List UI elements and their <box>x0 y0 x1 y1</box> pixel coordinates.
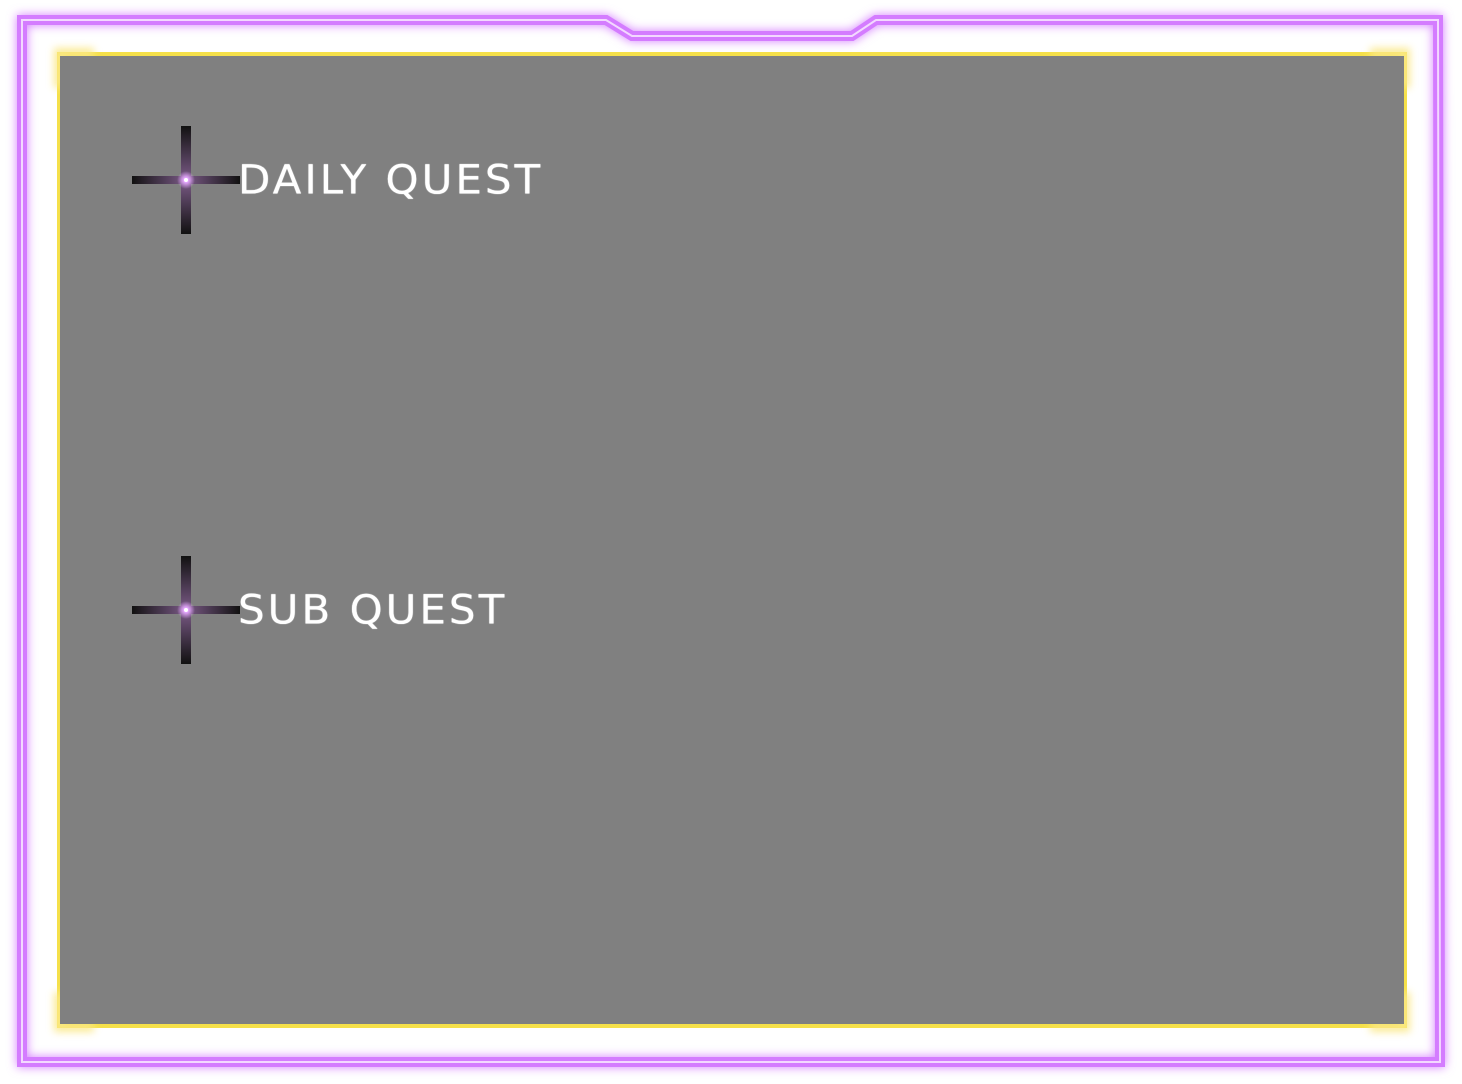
quest-panel: DAILY QUEST SUB QUEST <box>60 56 1404 1024</box>
sub-quest-section[interactable]: SUB QUEST <box>132 556 507 664</box>
sparkle-icon <box>132 556 240 664</box>
sub-quest-heading: SUB QUEST <box>238 586 508 633</box>
sparkle-icon <box>132 126 240 234</box>
daily-quest-heading: DAILY QUEST <box>238 156 544 203</box>
daily-quest-section[interactable]: DAILY QUEST <box>132 126 543 234</box>
quest-window: DAILY QUEST SUB QUEST <box>0 0 1462 1084</box>
